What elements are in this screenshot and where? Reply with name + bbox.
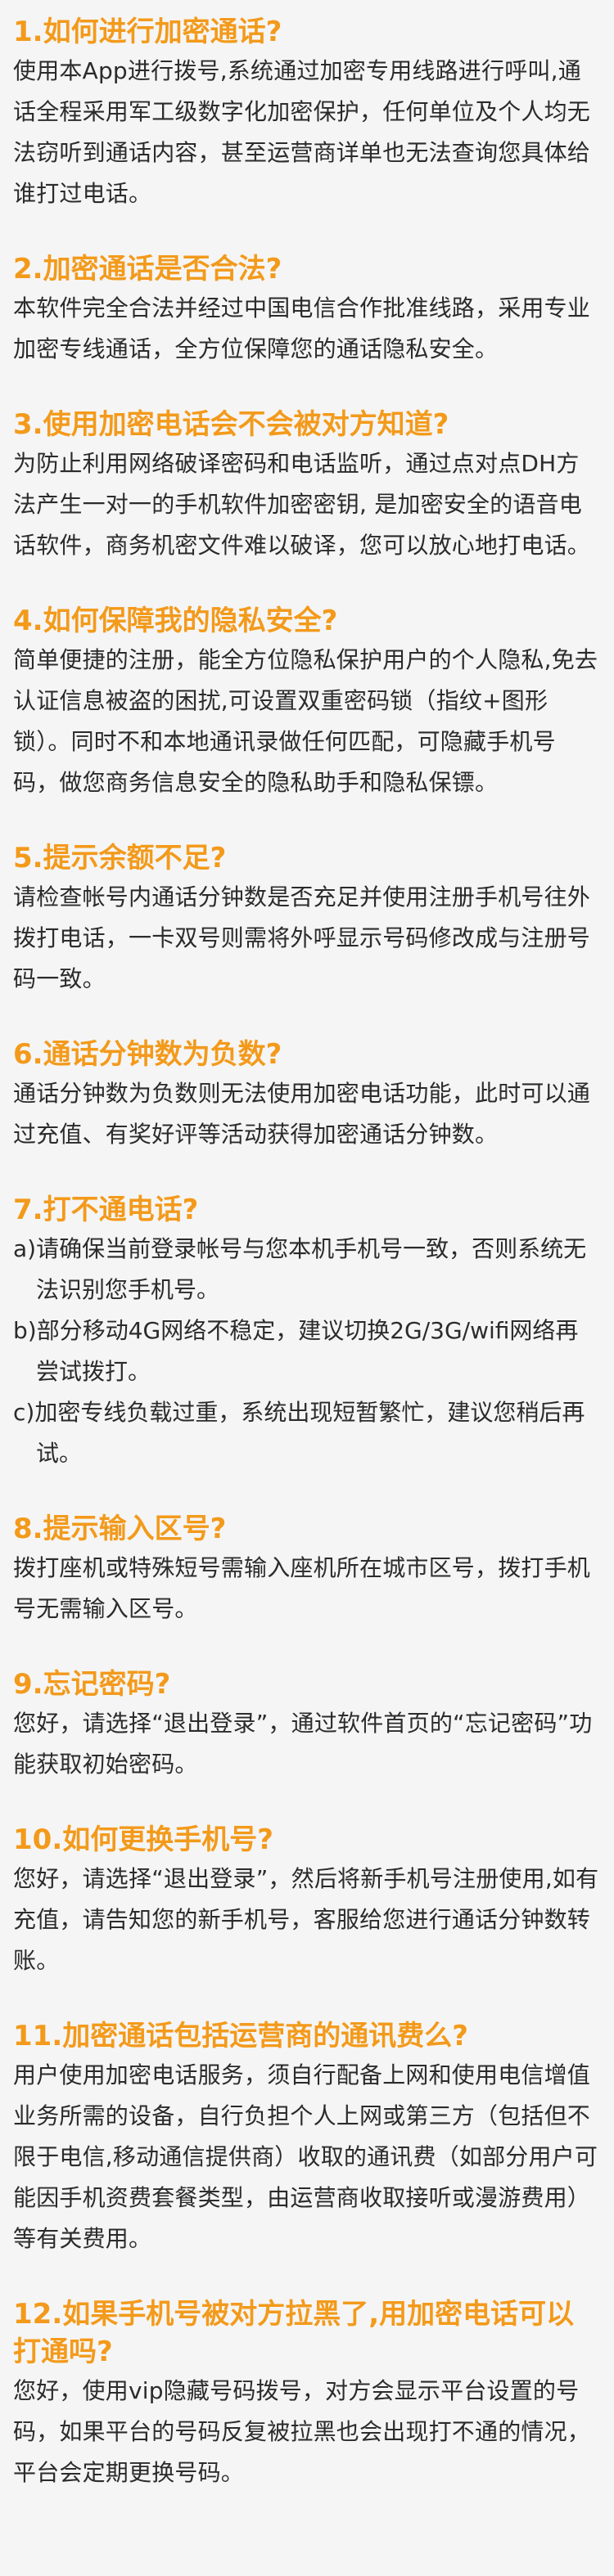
faq-answer: 通话分钟数为负数则无法使用加密电话功能，此时可以通过充值、有奖好评等活动获得加密…	[13, 1080, 591, 1148]
faq-answer: 您好，使用vip隐藏号码拨号，对方会显示平台设置的号码，如果平台的号码反复被拉黑…	[13, 2377, 591, 2486]
faq-title: 2.加密通话是否合法?	[13, 253, 282, 285]
faq-item-3: 3.使用加密电话会不会被对方知道? 为防止利用网络破译密码和电话监听，通过点对点…	[13, 406, 601, 566]
faq-title: 12.如果手机号被对方拉黑了,用加密电话可以打通吗?	[13, 2298, 575, 2368]
faq-item-9: 9.忘记密码? 您好，请选择“退出登录”，通过软件首页的“忘记密码”功能获取初始…	[13, 1666, 601, 1785]
faq-answer: 为防止利用网络破译密码和电话监听，通过点对点DH方法产生一对一的手机软件加密密钥…	[13, 450, 591, 559]
faq-item-1: 1.如何进行加密通话? 使用本App进行拨号,系统通过加密专用线路进行呼叫,通话…	[13, 13, 601, 214]
faq-answer: 您好，请选择“退出登录”，通过软件首页的“忘记密码”功能获取初始密码。	[13, 1710, 593, 1778]
faq-title: 3.使用加密电话会不会被对方知道?	[13, 408, 449, 441]
faq-answer: 用户使用加密电话服务，须自行配备上网和使用电信增值业务所需的设备，自行负担个人上…	[13, 2061, 598, 2252]
faq-item-7: 7.打不通电话? a)请确保当前登录帐号与您本机手机号一致，否则系统无法识别您手…	[13, 1191, 601, 1474]
faq-item-2: 2.加密通话是否合法? 本软件完全合法并经过中国电信合作批准线路，采用专业加密专…	[13, 250, 601, 370]
faq-title: 1.如何进行加密通话?	[13, 16, 282, 48]
faq-item-5: 5.提示余额不足? 请检查帐号内通话分钟数是否充足并使用注册手机号往外拨打电话，…	[13, 839, 601, 1000]
faq-title: 9.忘记密码?	[13, 1668, 171, 1701]
faq-title: 5.提示余额不足?	[13, 842, 227, 874]
faq-answer: 拨打座机或特殊短号需输入座机所在城市区号，拨打手机号无需输入区号。	[13, 1554, 591, 1622]
faq-title: 10.如何更换手机号?	[13, 1823, 273, 1856]
list-item: b)部分移动4G网络不稳定，建议切换2G/3G/wifi网络再尝试拨打。	[13, 1317, 579, 1385]
faq-answer: 简单便捷的注册，能全方位隐私保护用户的个人隐私,免去认证信息被盗的困扰,可设置双…	[13, 646, 598, 796]
faq-item-6: 6.通话分钟数为负数? 通话分钟数为负数则无法使用加密电话功能，此时可以通过充值…	[13, 1036, 601, 1155]
faq-item-8: 8.提示输入区号? 拨打座机或特殊短号需输入座机所在城市区号，拨打手机号无需输入…	[13, 1510, 601, 1630]
faq-title: 6.通话分钟数为负数?	[13, 1038, 282, 1071]
faq-title: 7.打不通电话?	[13, 1194, 199, 1226]
faq-answer: 您好，请选择“退出登录”，然后将新手机号注册使用,如有充值，请告知您的新手机号，…	[13, 1865, 599, 1974]
list-item: c)加密专线负载过重，系统出现短暂繁忙，建议您稍后再试。	[13, 1399, 585, 1467]
faq-answer: 本软件完全合法并经过中国电信合作批准线路，采用专业加密专线通话，全方位保障您的通…	[13, 294, 591, 362]
faq-item-10: 10.如何更换手机号? 您好，请选择“退出登录”，然后将新手机号注册使用,如有充…	[13, 1821, 601, 1981]
faq-item-4: 4.如何保障我的隐私安全? 简单便捷的注册，能全方位隐私保护用户的个人隐私,免去…	[13, 602, 601, 803]
faq-title: 8.提示输入区号?	[13, 1513, 227, 1545]
faq-title: 11.加密通话包括运营商的通讯费么?	[13, 2020, 468, 2052]
faq-answer: 使用本App进行拨号,系统通过加密专用线路进行呼叫,通话全程采用军工级数字化加密…	[13, 57, 591, 207]
faq-item-11: 11.加密通话包括运营商的通讯费么? 用户使用加密电话服务，须自行配备上网和使用…	[13, 2017, 601, 2259]
list-item: a)请确保当前登录帐号与您本机手机号一致，否则系统无法识别您手机号。	[13, 1235, 587, 1303]
faq-answer: 请检查帐号内通话分钟数是否充足并使用注册手机号往外拨打电话，一卡双号则需将外呼显…	[13, 883, 591, 992]
faq-title: 4.如何保障我的隐私安全?	[13, 605, 338, 637]
faq-page: 1.如何进行加密通话? 使用本App进行拨号,系统通过加密专用线路进行呼叫,通话…	[0, 0, 614, 2576]
faq-answer-list: a)请确保当前登录帐号与您本机手机号一致，否则系统无法识别您手机号。 b)部分移…	[13, 1229, 601, 1474]
faq-item-12: 12.如果手机号被对方拉黑了,用加密电话可以打通吗? 您好，使用vip隐藏号码拨…	[13, 2295, 601, 2493]
